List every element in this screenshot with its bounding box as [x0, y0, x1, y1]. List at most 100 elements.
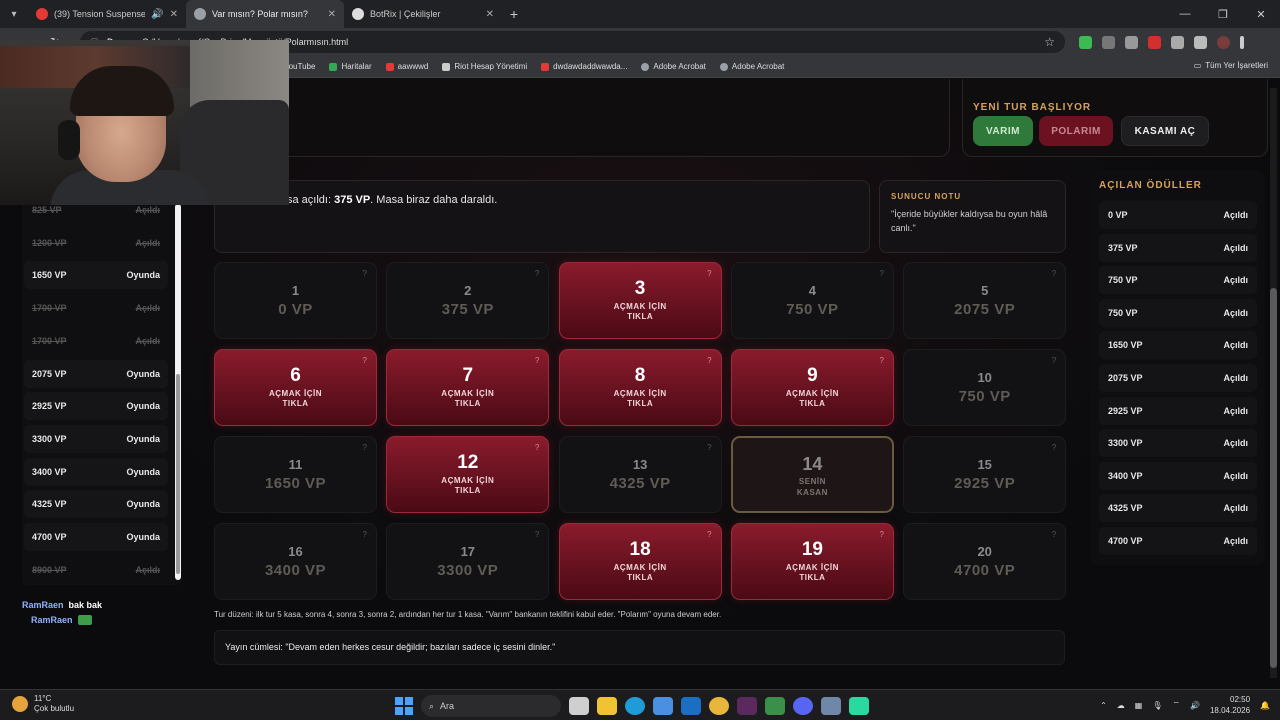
box-number: 3 — [634, 278, 646, 299]
award-row: 375 VP Açıldı — [1099, 233, 1257, 262]
file-explorer-icon[interactable] — [597, 697, 617, 715]
box-value: 1650 VP — [264, 475, 327, 492]
menu-icon[interactable] — [1194, 35, 1207, 49]
speaker-icon[interactable]: 🔊 — [151, 9, 163, 20]
award-value: 4700 VP — [1108, 536, 1143, 546]
task-view-icon[interactable] — [569, 697, 589, 715]
box-action-line: TIKLA — [799, 399, 826, 408]
bookmark-riot[interactable]: Riot Hesap Yönetimi — [442, 62, 527, 71]
box-8[interactable]: ? 8 AÇMAK İÇİN TIKLA — [558, 349, 722, 426]
search-icon: ⌕ — [429, 700, 435, 711]
chat-message: RamRaen — [22, 612, 102, 627]
box-number: 10 — [977, 370, 992, 385]
outlook-icon[interactable] — [681, 697, 701, 715]
tab-youtube[interactable]: (39) Tension Suspense Cine 🔊 ✕ — [28, 0, 186, 28]
award-status: Açıldı — [1223, 438, 1248, 449]
box-action-line: TIKLA — [627, 573, 654, 582]
tab-polar[interactable]: Var mısın? Polar mısın? ✕ — [186, 0, 344, 28]
message-suffix: . Masa biraz daha daraldı. — [370, 194, 498, 206]
box-action: AÇMAK İÇİN TIKLA — [215, 389, 376, 409]
profile-icon[interactable] — [1217, 35, 1230, 49]
windows-start-icon[interactable] — [395, 697, 413, 715]
bookmark-star-icon[interactable]: ☆ — [1044, 35, 1055, 49]
close-window-icon[interactable]: ✕ — [1242, 0, 1280, 28]
scrollbar-thumb[interactable] — [1270, 288, 1277, 668]
cloud-icon[interactable]: ☁ — [1117, 701, 1125, 710]
close-icon[interactable]: ✕ — [328, 9, 336, 20]
volume-icon[interactable]: 🔊 — [1190, 701, 1200, 710]
puzzle-icon[interactable] — [1171, 35, 1184, 49]
varim-button[interactable]: VARIM — [973, 116, 1033, 146]
box-6[interactable]: ? 6 AÇMAK İÇİN TIKLA — [214, 349, 377, 426]
box-action: AÇMAK İÇİN TIKLA — [560, 563, 721, 583]
new-tab-button[interactable]: + — [502, 6, 526, 22]
store-icon[interactable] — [653, 697, 673, 715]
box-number: 4 — [808, 283, 816, 298]
weather-widget[interactable]: 11°C Çok bulutlu — [12, 694, 74, 714]
list-scrollbar[interactable] — [175, 204, 181, 580]
prize-status: Açıldı — [135, 564, 160, 575]
bookmark-maps[interactable]: Haritalar — [329, 62, 372, 71]
chrome-icon[interactable] — [709, 697, 729, 715]
notification-icon[interactable]: 🔔 — [1260, 701, 1270, 710]
network-icon[interactable]: ▦ — [1135, 701, 1143, 710]
discord-icon[interactable] — [793, 697, 813, 715]
box-action-line: AÇMAK İÇİN — [441, 476, 495, 485]
extension-icon[interactable] — [1148, 35, 1161, 49]
chevron-up-icon[interactable]: ⌃ — [1100, 701, 1107, 710]
close-icon[interactable]: ✕ — [486, 9, 494, 20]
botrix-icon — [352, 8, 364, 20]
app-icon[interactable] — [849, 697, 869, 715]
globe-icon — [641, 62, 650, 71]
bookmark-acrobat-1[interactable]: Adobe Acrobat — [641, 62, 706, 71]
edge-icon[interactable] — [625, 697, 645, 715]
folder-icon: ▭ — [1193, 61, 1202, 70]
close-icon[interactable]: ✕ — [170, 9, 178, 20]
tab-search-icon[interactable]: ▾ — [0, 0, 28, 28]
help-icon: ? — [362, 356, 367, 365]
clock-time: 02:50 — [1230, 695, 1251, 704]
help-icon: ? — [879, 269, 884, 278]
app-icon[interactable] — [821, 697, 841, 715]
box-18[interactable]: ? 18 AÇMAK İÇİN TIKLA — [558, 523, 722, 600]
tab-botrix[interactable]: BotRix | Çekilişler ✕ — [344, 0, 502, 28]
box-12[interactable]: ? 12 AÇMAK İÇİN TIKLA — [386, 436, 550, 513]
award-row: 750 VP Açıldı — [1099, 298, 1257, 327]
bookmark-acrobat-2[interactable]: Adobe Acrobat — [719, 62, 784, 71]
prize-status: Oyunda — [126, 532, 160, 542]
app-icon[interactable] — [737, 697, 757, 715]
shield-icon[interactable] — [1079, 35, 1092, 49]
minimize-icon[interactable]: — — [1166, 0, 1204, 28]
box-action-line: AÇMAK İÇİN — [613, 563, 667, 572]
page-scrollbar[interactable] — [1270, 88, 1277, 678]
globe-icon — [194, 8, 206, 20]
box-value: 2075 VP — [954, 301, 1016, 318]
box-19[interactable]: ? 19 AÇMAK İÇİN TIKLA — [730, 523, 894, 600]
award-row: 3400 VP Açıldı — [1099, 461, 1257, 490]
clock[interactable]: 02:50 18.04.2026 — [1210, 694, 1250, 716]
extension-icon[interactable] — [1102, 35, 1115, 49]
box-3[interactable]: ? 3 AÇMAK İÇİN TIKLA — [558, 262, 722, 339]
box-13: ? 13 4325 VP — [558, 436, 722, 513]
box-action-line: TIKLA — [454, 399, 481, 408]
prize-status: Açıldı — [135, 303, 160, 314]
taskbar-search[interactable]: ⌕ Ara — [421, 695, 561, 717]
box-7[interactable]: ? 7 AÇMAK İÇİN TIKLA — [386, 349, 550, 426]
notepad-icon[interactable] — [765, 697, 785, 715]
award-row: 4325 VP Açıldı — [1099, 494, 1257, 523]
award-value: 375 VP — [1108, 242, 1138, 253]
polarim-button[interactable]: POLARIM — [1039, 116, 1113, 146]
wifi-icon[interactable]: ⌔ — [1172, 700, 1180, 710]
award-row: 750 VP Açıldı — [1099, 266, 1257, 295]
all-bookmarks[interactable]: ▭ Tüm Yer İşaretleri — [1194, 61, 1268, 70]
box-17: ? 17 3300 VP — [386, 523, 550, 600]
bookmark-dwda[interactable]: dwdawdaddwawda... — [541, 62, 627, 71]
box-9[interactable]: ? 9 AÇMAK İÇİN TIKLA — [730, 349, 894, 426]
bookmark-aawwwd[interactable]: aawwwd — [385, 62, 428, 71]
mic-icon[interactable]: 🎙 — [1152, 701, 1162, 710]
more-icon[interactable] — [1240, 35, 1244, 49]
open-my-box-button[interactable]: KASAMI AÇ — [1121, 116, 1209, 146]
scrollbar-thumb[interactable] — [176, 374, 180, 574]
extension-icon[interactable] — [1125, 35, 1138, 49]
maximize-icon[interactable]: ❐ — [1204, 0, 1242, 28]
